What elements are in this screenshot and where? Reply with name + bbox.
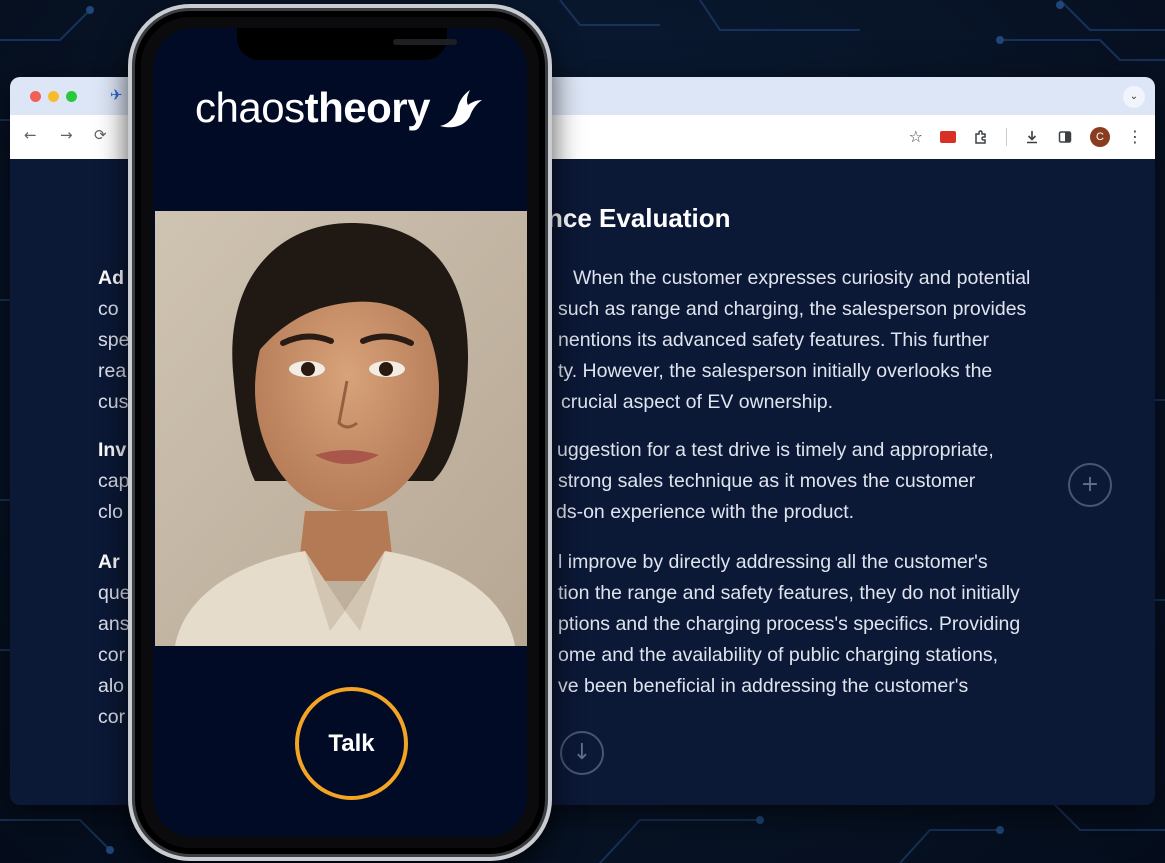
page-title: nce Evaluation [547, 203, 731, 233]
text-line: ty. However, the salesperson initially o… [558, 360, 993, 382]
text-line: ome and the availability of public charg… [558, 644, 999, 666]
text-line: ve been beneficial in addressing the cus… [558, 675, 969, 697]
chevron-down-icon[interactable]: ⌄ [1123, 86, 1145, 108]
section-heading: Inv [98, 439, 127, 461]
side-panel-icon[interactable] [1057, 129, 1073, 145]
toolbar-actions: ☆ C ⋮ [909, 124, 1143, 150]
phone-mockup: chaostheory Talk [128, 4, 552, 861]
toolbar-divider [1006, 128, 1007, 146]
text-line: l improve by directly addressing all the… [558, 551, 988, 573]
text-line: cus [98, 391, 129, 413]
text-line: crucial aspect of EV ownership. [561, 391, 834, 413]
profile-avatar-icon[interactable]: C [1090, 127, 1110, 147]
extension-puzzle-icon[interactable] [973, 129, 989, 145]
add-icon[interactable]: + [1068, 463, 1112, 507]
phone-screen: chaostheory Talk [153, 28, 527, 837]
bookmark-star-icon[interactable]: ☆ [909, 124, 923, 150]
text-line: uggestion for a test drive is timely and… [557, 439, 994, 461]
text-line: cor [98, 644, 126, 666]
phone-notch [237, 28, 457, 60]
text-line: ans [98, 613, 130, 635]
reload-button[interactable]: ⟳ [94, 126, 107, 144]
text-line: nentions its advanced safety features. T… [558, 329, 990, 351]
text-line: que [98, 582, 131, 604]
bird-logo-icon [440, 90, 482, 128]
section-heading: Ar [98, 551, 120, 573]
download-icon[interactable] [1024, 129, 1040, 145]
text-line: spe [98, 329, 130, 351]
brand-logo-light: chaos [195, 84, 305, 131]
text-line: ds-on experience with the product. [556, 501, 855, 523]
text-line: co [98, 298, 119, 320]
text-line: rea [98, 360, 127, 382]
scroll-down-icon[interactable]: ↓ [560, 731, 604, 775]
forward-button[interactable]: → [60, 126, 73, 144]
text-line: When the customer expresses curiosity an… [573, 267, 1031, 289]
close-window-button[interactable] [30, 91, 41, 102]
text-line: such as range and charging, the salesper… [558, 298, 1027, 320]
back-button[interactable]: ← [24, 126, 37, 144]
more-menu-icon[interactable]: ⋮ [1127, 124, 1143, 150]
phone-speaker [393, 39, 457, 45]
text-line: tion the range and safety features, they… [558, 582, 1020, 604]
text-line: strong sales technique as it moves the c… [558, 470, 976, 492]
minimize-window-button[interactable] [48, 91, 59, 102]
extension-red-icon[interactable] [940, 131, 956, 143]
text-line: alo [98, 675, 125, 697]
section-heading: Ad [98, 267, 124, 289]
bird-favicon-icon[interactable]: ✈ [110, 86, 123, 104]
text-line: cor [98, 706, 126, 728]
brand-logo: chaostheory [195, 84, 430, 132]
maximize-window-button[interactable] [66, 91, 77, 102]
talk-button[interactable]: Talk [295, 687, 408, 800]
brand-logo-bold: theory [304, 84, 431, 131]
text-line: clo [98, 501, 123, 523]
text-line: cap [98, 470, 130, 492]
avatar-portrait [155, 211, 527, 646]
text-line: ptions and the charging process's specif… [558, 613, 1021, 635]
